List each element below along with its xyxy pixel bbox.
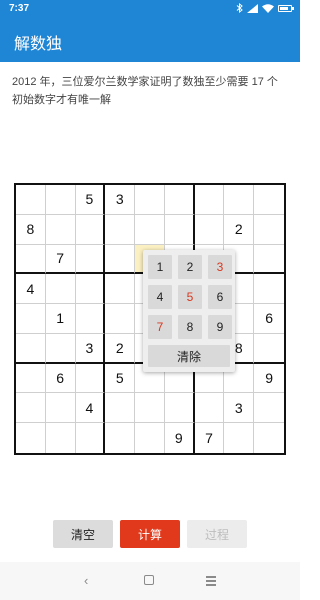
sudoku-cell[interactable]: [45, 214, 76, 245]
sudoku-cell[interactable]: 2: [224, 214, 255, 245]
sudoku-cell[interactable]: [254, 215, 284, 245]
sudoku-cell[interactable]: [75, 274, 106, 305]
sudoku-cell[interactable]: [16, 393, 46, 424]
status-icons: [236, 3, 294, 13]
sudoku-cell[interactable]: 9: [254, 364, 284, 394]
sudoku-cell[interactable]: [45, 333, 76, 364]
sudoku-cell[interactable]: 5: [75, 185, 106, 215]
home-icon[interactable]: [144, 575, 154, 585]
sudoku-cell[interactable]: [254, 245, 284, 275]
back-icon[interactable]: ‹: [84, 573, 88, 588]
sudoku-cell[interactable]: [75, 363, 106, 394]
sudoku-cell[interactable]: [224, 423, 255, 453]
sudoku-cell[interactable]: [164, 393, 195, 424]
picker-key-2[interactable]: 2: [178, 255, 202, 279]
picker-key-7[interactable]: 7: [148, 315, 172, 339]
sudoku-cell[interactable]: 3: [75, 333, 106, 364]
sudoku-cell[interactable]: [164, 185, 195, 215]
sudoku-cell[interactable]: [254, 423, 284, 453]
signal-icon: [247, 3, 258, 13]
sudoku-cell[interactable]: [105, 393, 136, 424]
wifi-icon: [262, 3, 274, 13]
picker-clear-button[interactable]: 清除: [148, 345, 230, 367]
sudoku-cell[interactable]: [105, 244, 136, 275]
process-button[interactable]: 过程: [187, 520, 247, 548]
sudoku-cell[interactable]: 1: [45, 304, 76, 334]
sudoku-cell[interactable]: [105, 304, 136, 334]
picker-key-9[interactable]: 9: [208, 315, 232, 339]
sudoku-cell[interactable]: [105, 274, 136, 305]
sudoku-cell[interactable]: 4: [75, 393, 106, 424]
sudoku-cell[interactable]: [75, 304, 106, 334]
sudoku-cell[interactable]: [16, 423, 46, 453]
sudoku-cell[interactable]: [254, 334, 284, 364]
status-bar: 7:37: [0, 0, 300, 18]
status-time: 7:37: [9, 3, 30, 14]
battery-icon: [278, 4, 294, 12]
clear-all-button[interactable]: 清空: [53, 520, 113, 548]
sudoku-cell[interactable]: [135, 393, 165, 424]
app-bar: 解数独: [0, 18, 300, 62]
sudoku-cell[interactable]: [45, 393, 76, 424]
sudoku-cell[interactable]: 6: [254, 304, 284, 334]
sudoku-cell[interactable]: [135, 185, 165, 215]
sudoku-cell[interactable]: [45, 185, 76, 215]
sudoku-cell[interactable]: 4: [16, 274, 46, 305]
picker-key-3[interactable]: 3: [208, 255, 232, 279]
sudoku-cell[interactable]: [194, 393, 225, 424]
sudoku-cell[interactable]: [16, 185, 46, 215]
sudoku-cell[interactable]: [45, 274, 76, 305]
picker-key-8[interactable]: 8: [178, 315, 202, 339]
sudoku-cell[interactable]: 6: [45, 363, 76, 394]
sudoku-cell[interactable]: [135, 214, 165, 245]
sudoku-cell[interactable]: [46, 423, 76, 453]
sudoku-cell[interactable]: [105, 214, 136, 245]
sudoku-cell[interactable]: [75, 244, 106, 275]
sudoku-cell[interactable]: [254, 274, 284, 305]
picker-key-5[interactable]: 5: [178, 285, 202, 309]
sudoku-cell[interactable]: [16, 244, 46, 275]
sudoku-cell[interactable]: 3: [224, 393, 255, 424]
calculate-button[interactable]: 计算: [120, 520, 180, 548]
picker-key-6[interactable]: 6: [208, 285, 232, 309]
app-title: 解数独: [14, 36, 63, 53]
sudoku-cell[interactable]: [224, 185, 255, 215]
picker-key-4[interactable]: 4: [148, 285, 172, 309]
sudoku-cell[interactable]: [16, 304, 46, 334]
sudoku-cell[interactable]: 7: [45, 244, 76, 275]
sudoku-cell[interactable]: [194, 214, 225, 245]
bluetooth-icon: [236, 3, 243, 13]
menu-icon[interactable]: [206, 576, 216, 588]
sudoku-cell[interactable]: [75, 214, 106, 245]
navigation-bar: ‹: [0, 562, 300, 600]
sudoku-cell[interactable]: 9: [165, 423, 195, 453]
sudoku-cell[interactable]: 2: [105, 333, 136, 364]
sudoku-cell[interactable]: 8: [16, 214, 46, 245]
number-picker: 1 2 3 4 5 6 7 8 9 清除: [143, 250, 235, 372]
sudoku-cell[interactable]: [135, 423, 165, 453]
sudoku-cell[interactable]: [105, 423, 136, 453]
sudoku-cell[interactable]: 3: [105, 185, 136, 215]
sudoku-cell[interactable]: [16, 363, 46, 394]
sudoku-cell[interactable]: [76, 423, 106, 453]
sudoku-cell[interactable]: 5: [105, 363, 136, 394]
sudoku-cell[interactable]: [164, 214, 195, 245]
sudoku-cell[interactable]: [194, 185, 225, 215]
sudoku-cell[interactable]: [254, 393, 284, 424]
sudoku-cell[interactable]: [254, 185, 284, 215]
sudoku-cell[interactable]: [16, 333, 46, 364]
picker-key-1[interactable]: 1: [148, 255, 172, 279]
sudoku-cell[interactable]: 7: [195, 423, 225, 453]
description-text: 2012 年，三位爱尔兰数学家证明了数独至少需要 17 个初始数字才有唯一解: [12, 76, 278, 106]
